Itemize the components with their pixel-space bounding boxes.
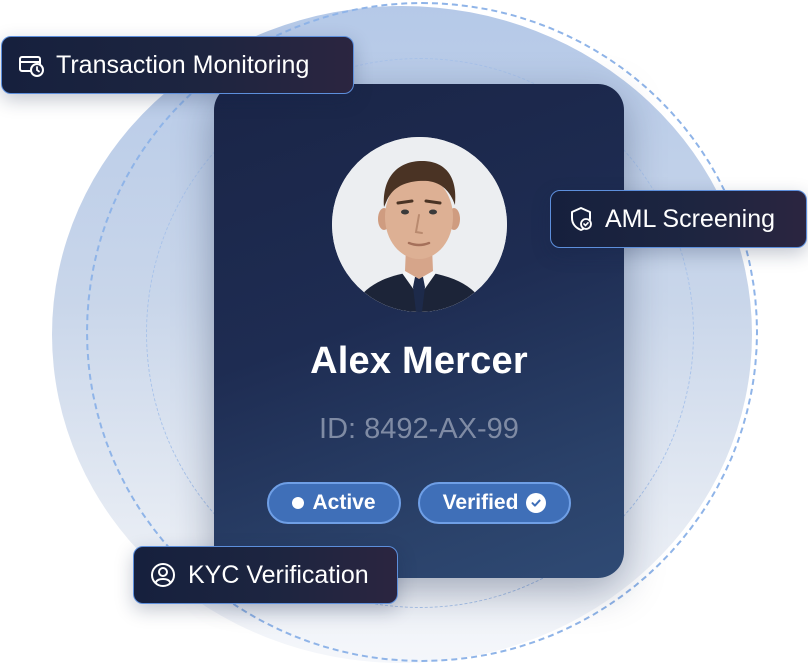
kyc-verification-label: KYC Verification	[188, 560, 369, 589]
profile-id: ID: 8492-AX-99	[319, 413, 519, 445]
check-circle-icon	[526, 493, 547, 513]
verified-status-badge[interactable]: Verified	[418, 482, 571, 524]
aml-screening-tag[interactable]: AML Screening	[550, 190, 807, 248]
active-status-badge[interactable]: Active	[267, 482, 401, 524]
avatar-portrait	[332, 137, 507, 312]
verified-badge-label: Verified	[442, 491, 519, 514]
user-circle-icon	[150, 562, 176, 588]
transaction-monitoring-tag[interactable]: Transaction Monitoring	[1, 36, 354, 94]
avatar	[332, 137, 507, 312]
kyc-verification-tag[interactable]: KYC Verification	[133, 546, 398, 604]
profile-name: Alex Mercer	[310, 340, 528, 382]
status-dot-icon	[292, 497, 305, 509]
aml-screening-label: AML Screening	[605, 204, 775, 233]
card-clock-icon	[18, 52, 44, 78]
transaction-monitoring-label: Transaction Monitoring	[56, 50, 310, 79]
active-badge-label: Active	[312, 491, 376, 514]
shield-check-icon	[569, 206, 593, 232]
